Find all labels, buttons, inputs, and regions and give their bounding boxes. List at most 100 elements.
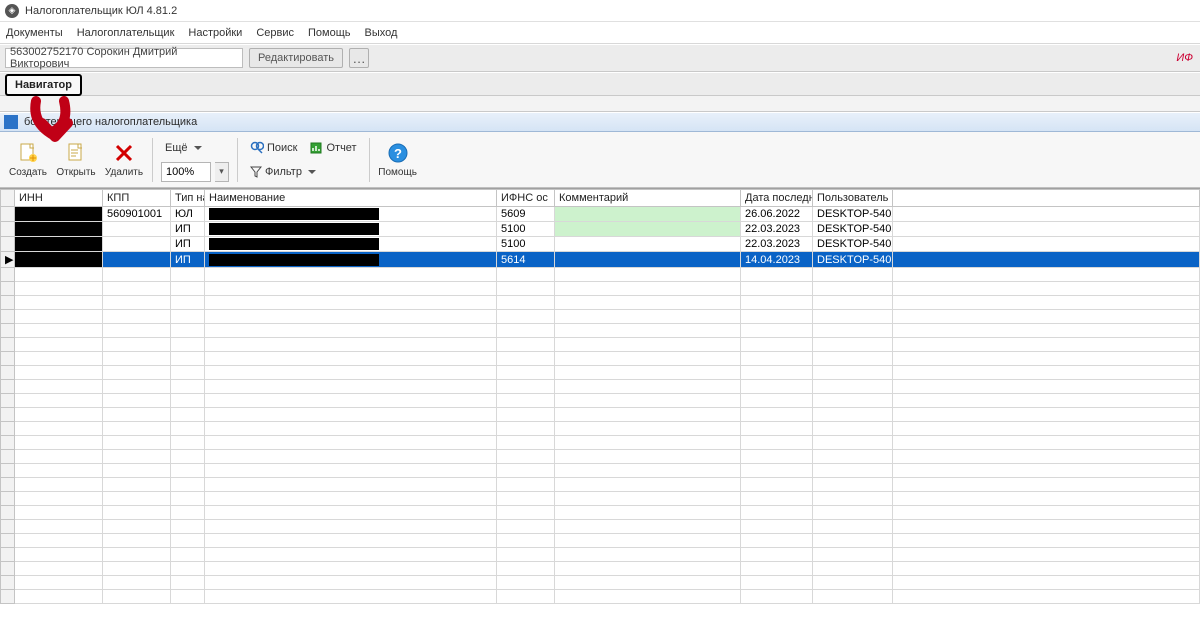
cell-empty[interactable] [205,268,497,282]
cell-empty[interactable] [15,520,103,534]
cell-empty[interactable] [813,282,893,296]
cell-empty[interactable] [741,576,813,590]
cell-empty[interactable] [171,450,205,464]
cell-empty[interactable] [497,394,555,408]
cell-empty[interactable] [893,520,1200,534]
cell-empty[interactable] [741,464,813,478]
cell-empty[interactable] [893,534,1200,548]
cell-empty[interactable] [813,366,893,380]
cell-empty[interactable] [741,282,813,296]
cell-empty[interactable] [15,478,103,492]
cell-empty[interactable] [813,520,893,534]
table-row[interactable] [1,310,1200,324]
table-row[interactable] [1,450,1200,464]
col-comment[interactable]: Комментарий [555,190,741,207]
cell-empty[interactable] [15,282,103,296]
cell-ifns[interactable]: 5609 [497,207,555,222]
cell-empty[interactable] [813,548,893,562]
cell-empty[interactable] [741,408,813,422]
cell-inn[interactable] [15,237,103,252]
cell-empty[interactable] [15,548,103,562]
cell-empty[interactable] [497,576,555,590]
cell-empty[interactable] [171,380,205,394]
cell-empty[interactable] [103,436,171,450]
menu-documents[interactable]: Документы [6,27,63,39]
cell-empty[interactable] [497,366,555,380]
cell-empty[interactable] [741,562,813,576]
cell-empty[interactable] [497,422,555,436]
cell-empty[interactable] [497,478,555,492]
cell-empty[interactable] [741,436,813,450]
table-row[interactable] [1,520,1200,534]
cell-empty[interactable] [103,450,171,464]
cell-name[interactable] [205,237,497,252]
cell-empty[interactable] [813,464,893,478]
cell-empty[interactable] [171,478,205,492]
cell-empty[interactable] [497,310,555,324]
help-button[interactable]: ? Помощь [374,134,422,186]
cell-empty[interactable] [15,464,103,478]
cell-type[interactable]: ИП [171,237,205,252]
cell-empty[interactable] [103,408,171,422]
table-row[interactable] [1,394,1200,408]
cell-empty[interactable] [497,520,555,534]
cell-empty[interactable] [893,268,1200,282]
cell-empty[interactable] [741,366,813,380]
cell-empty[interactable] [171,520,205,534]
cell-empty[interactable] [205,324,497,338]
table-row[interactable]: ИП510022.03.2023DESKTOP-5402 [1,222,1200,237]
cell-empty[interactable] [205,450,497,464]
cell-empty[interactable] [893,296,1200,310]
cell-empty[interactable] [813,296,893,310]
cell-empty[interactable] [555,352,741,366]
cell-empty[interactable] [555,478,741,492]
cell-empty[interactable] [555,492,741,506]
cell-empty[interactable] [103,562,171,576]
cell-empty[interactable] [497,324,555,338]
col-name[interactable]: Наименование [205,190,497,207]
cell-empty[interactable] [741,520,813,534]
cell-empty[interactable] [205,520,497,534]
cell-empty[interactable] [497,338,555,352]
cell-empty[interactable] [741,478,813,492]
cell-empty[interactable] [497,590,555,604]
cell-empty[interactable] [555,520,741,534]
cell-empty[interactable] [15,380,103,394]
cell-empty[interactable] [555,576,741,590]
cell-empty[interactable] [171,352,205,366]
table-row[interactable] [1,338,1200,352]
cell-empty[interactable] [171,296,205,310]
cell-empty[interactable] [741,450,813,464]
cell-empty[interactable] [893,590,1200,604]
table-row[interactable] [1,562,1200,576]
cell-empty[interactable] [171,310,205,324]
table-row[interactable] [1,590,1200,604]
cell-empty[interactable] [15,422,103,436]
cell-empty[interactable] [813,534,893,548]
cell-empty[interactable] [893,478,1200,492]
cell-empty[interactable] [103,492,171,506]
cell-empty[interactable] [103,534,171,548]
cell-empty[interactable] [813,506,893,520]
cell-empty[interactable] [171,590,205,604]
cell-empty[interactable] [893,352,1200,366]
cell-empty[interactable] [893,282,1200,296]
cell-empty[interactable] [171,492,205,506]
cell-empty[interactable] [103,324,171,338]
cell-empty[interactable] [497,380,555,394]
cell-empty[interactable] [497,408,555,422]
menu-exit[interactable]: Выход [365,27,398,39]
cell-empty[interactable] [555,380,741,394]
cell-empty[interactable] [171,548,205,562]
table-row[interactable]: ▶ИП561414.04.2023DESKTOP-5402 [1,252,1200,268]
cell-date[interactable]: 22.03.2023 [741,237,813,252]
cell-empty[interactable] [813,576,893,590]
cell-inn[interactable] [15,207,103,222]
cell-empty[interactable] [497,464,555,478]
col-date[interactable]: Дата последн [741,190,813,207]
open-button[interactable]: Открыть [52,134,100,186]
cell-empty[interactable] [103,506,171,520]
cell-empty[interactable] [171,338,205,352]
cell-empty[interactable] [171,282,205,296]
cell-empty[interactable] [171,436,205,450]
